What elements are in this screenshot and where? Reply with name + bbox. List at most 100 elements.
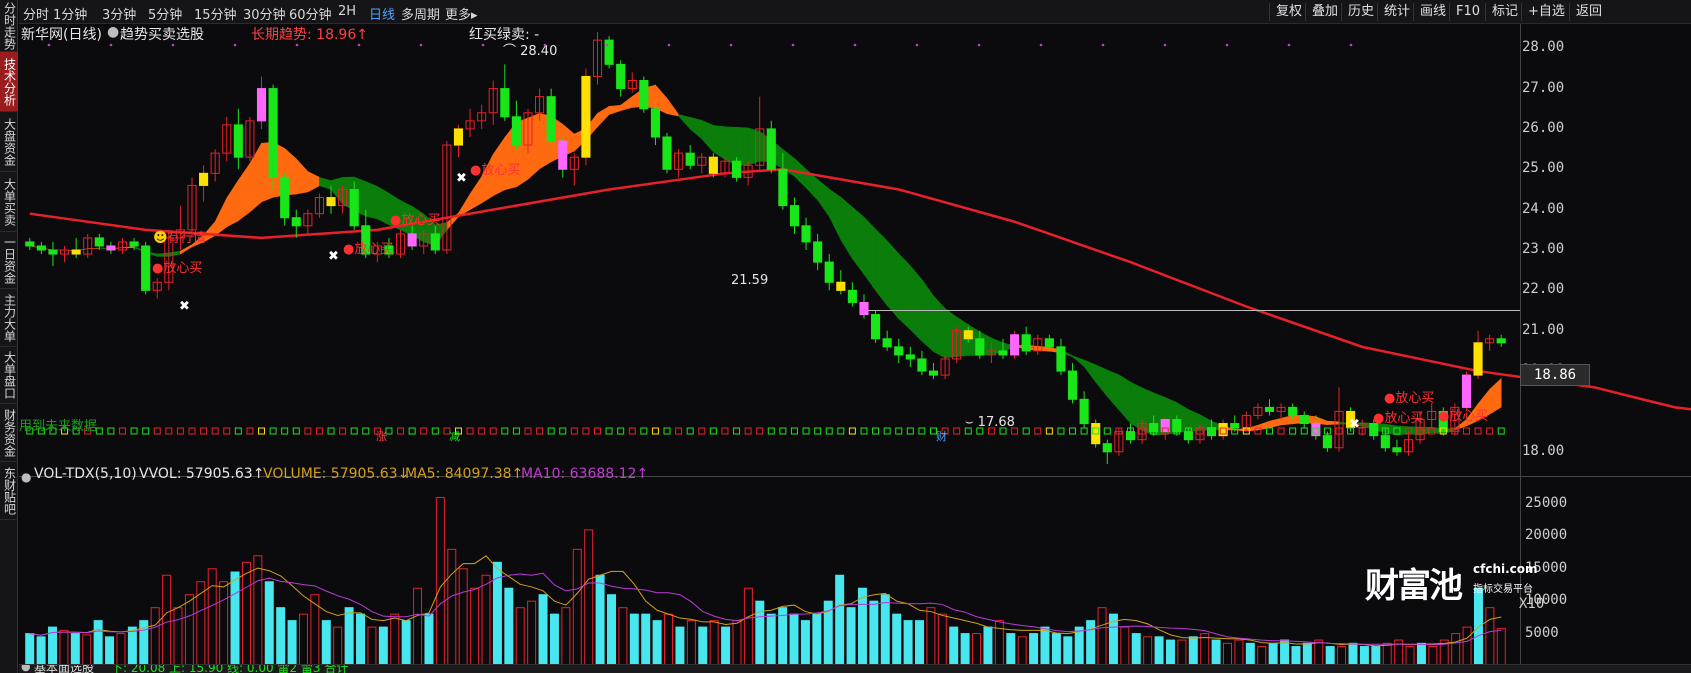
signal-box: [628, 427, 636, 435]
mid-price-label: 21.59: [731, 273, 768, 288]
bottom-indicator-strip[interactable]: ● 基本面选股 下: 20.08 上: 15.90 线: 0.00 雷2 雷3 …: [19, 664, 1691, 673]
f10-button[interactable]: F10: [1449, 3, 1486, 21]
candle-body: [268, 88, 278, 178]
toolbar-period-2h[interactable]: 2H: [338, 4, 356, 19]
volume-bar: [1451, 633, 1461, 666]
sidebar-tab-0[interactable]: 分时走势: [0, 0, 18, 52]
bottom-strip-values: 下: 20.08 上: 15.90 线: 0.00 雷2 雷3 合计: [111, 664, 349, 673]
toolbar-period-daily[interactable]: 日线: [369, 4, 395, 23]
sidebar-tab-8[interactable]: 东财贴吧: [0, 462, 18, 520]
volume-bar: [82, 634, 92, 666]
top-dot: [357, 43, 361, 47]
signal-box: [188, 427, 196, 435]
signal-box: [802, 427, 810, 435]
candle-body: [256, 88, 267, 122]
volume-bar: [572, 548, 582, 666]
volume-bar: [1051, 633, 1061, 666]
sidebar-tab-1[interactable]: 技术分析: [0, 52, 18, 112]
signal-box: [107, 427, 115, 435]
restore-rights-button[interactable]: 复权: [1269, 3, 1308, 21]
sell-x-icon: ✖: [456, 171, 467, 186]
candle-body: [349, 188, 359, 227]
candle-body: [778, 168, 788, 207]
candle-body: [998, 350, 1008, 356]
volume-bar: [413, 587, 423, 666]
high-price-label: ⌒ 28.40: [503, 44, 557, 59]
volume-bar: [789, 613, 799, 666]
candle-body: [847, 289, 857, 303]
volume-bar: [378, 626, 388, 666]
sidebar-tab-6[interactable]: 大单盘口: [0, 347, 18, 404]
top-dot: [1225, 43, 1229, 47]
trend-ribbon-segment: [736, 127, 749, 166]
toolbar-more[interactable]: 更多▸: [445, 4, 478, 23]
toolbar-period-3min[interactable]: 3分钟: [102, 4, 136, 23]
marker-cai: 财: [936, 429, 947, 443]
top-dot: [791, 43, 795, 47]
toolbar-period-60min[interactable]: 60分钟: [289, 4, 332, 23]
volume-bar: [253, 555, 263, 666]
volume-bar: [949, 626, 959, 666]
signal-box: [1474, 427, 1482, 435]
mark-button[interactable]: 标记: [1485, 3, 1524, 21]
sidebar-tab-7[interactable]: 财务资金: [0, 404, 18, 462]
top-dot: [1101, 43, 1105, 47]
watermark-sub: 指标交易平台: [1473, 584, 1533, 595]
candle-body: [199, 172, 209, 186]
draw-line-button[interactable]: 画线: [1413, 3, 1452, 21]
sidebar-tab-2[interactable]: 大盘资金: [0, 112, 18, 172]
top-dot: [47, 43, 51, 47]
buy-signal-label: ●放心买: [1438, 409, 1488, 424]
volume-panel[interactable]: ● VOL-TDX(5,10) VVOL: 57905.63↑ VOLUME: …: [19, 466, 1691, 666]
signal-box: [883, 427, 891, 435]
signal-box: [211, 427, 219, 435]
candle-body: [48, 249, 58, 255]
top-dot: [295, 43, 299, 47]
toolbar-period-1min[interactable]: 1分钟: [53, 4, 87, 23]
volume-bar: [333, 626, 343, 666]
signal-box: [176, 427, 184, 435]
sidebar-tab-3[interactable]: 大单买卖: [0, 172, 18, 232]
signal-box: [536, 427, 544, 435]
overlay-button[interactable]: 叠加: [1305, 3, 1344, 21]
toolbar-period-fenshi[interactable]: 分时: [23, 4, 49, 23]
volume-bar: [321, 620, 331, 666]
toolbar-period-5min[interactable]: 5分钟: [148, 4, 182, 23]
add-watchlist-button[interactable]: +自选: [1521, 3, 1571, 21]
signal-box: [165, 427, 173, 435]
trend-ribbon-segment: [1257, 420, 1270, 431]
history-button[interactable]: 历史: [1341, 3, 1380, 21]
volume-bar: [937, 613, 947, 666]
marker-jian: 减: [449, 430, 460, 443]
candle-body: [1010, 334, 1020, 356]
signal-box: [1462, 427, 1470, 435]
candle-body: [280, 176, 290, 219]
trend-ribbon-segment: [214, 197, 228, 237]
sidebar-tab-5[interactable]: 主力大单: [0, 289, 18, 347]
candle-body: [1461, 374, 1472, 408]
candle-body: [917, 358, 927, 372]
candlestick-panel[interactable]: 新华网(日线) ● 趋势买卖选股 长期趋势: 18.96↑ 红买绿卖: - ⌒ …: [19, 24, 1691, 476]
candle-body: [1079, 398, 1089, 425]
signal-box: [906, 427, 914, 435]
trend-ribbon-segment: [898, 253, 911, 331]
trend-ribbon-segment: [817, 178, 830, 218]
volume-bar: [1165, 639, 1175, 666]
candle-body: [1496, 338, 1506, 344]
signal-box: [258, 427, 266, 435]
volume-bar: [1496, 627, 1506, 666]
sidebar-tab-4[interactable]: 一日资金: [0, 232, 18, 289]
toolbar-period-15min[interactable]: 15分钟: [194, 4, 237, 23]
volume-bar: [1280, 639, 1290, 666]
volume-bar: [367, 626, 377, 666]
toolbar-period-multi[interactable]: 多周期: [401, 4, 440, 23]
signal-box: [397, 427, 405, 435]
volume-bar: [173, 607, 183, 666]
statistics-button[interactable]: 统计: [1377, 3, 1416, 21]
trend-ribbon-segment: [1280, 415, 1293, 426]
back-button[interactable]: 返回: [1569, 3, 1608, 21]
top-dot: [667, 43, 671, 47]
toolbar-period-30min[interactable]: 30分钟: [243, 4, 286, 23]
signal-box: [512, 427, 520, 435]
candle-body: [813, 241, 823, 263]
